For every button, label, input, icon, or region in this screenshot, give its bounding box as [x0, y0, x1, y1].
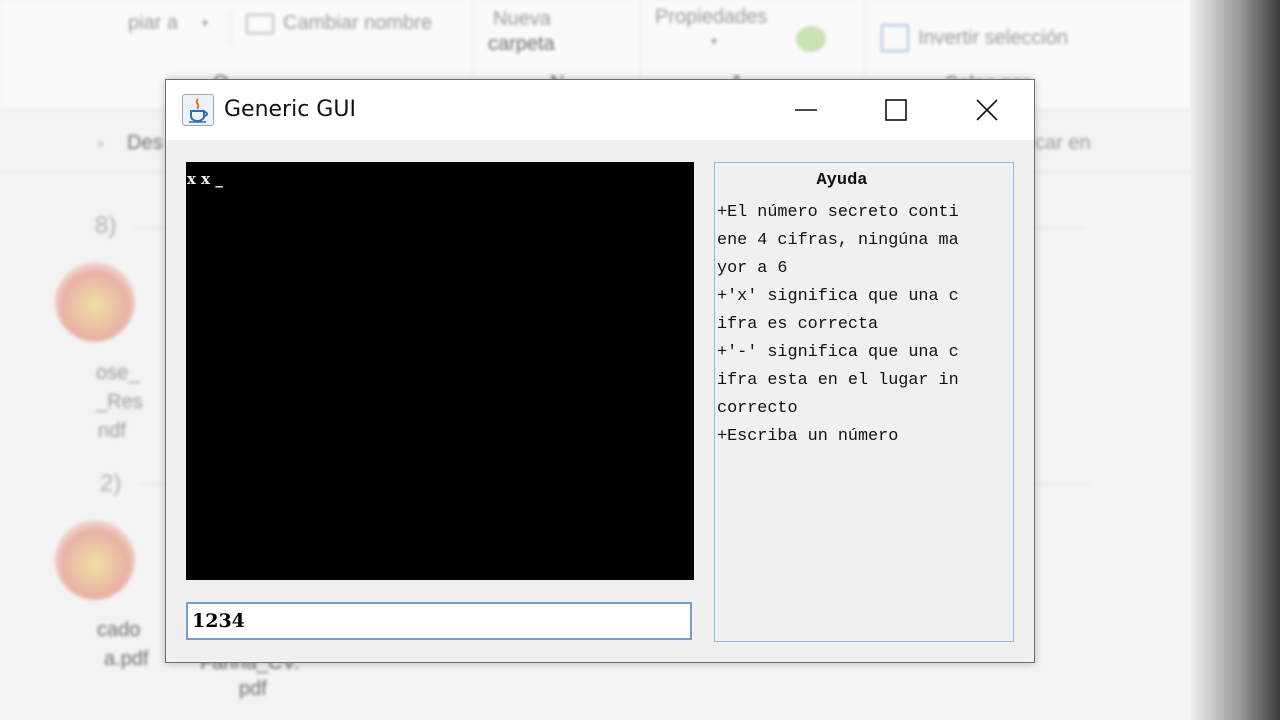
history-icon — [796, 26, 826, 52]
properties-button: Propiedades — [655, 6, 768, 28]
search-box-placeholder: car en — [1035, 132, 1091, 154]
help-text: +El número secreto conti ene 4 cifras, ni… — [717, 199, 1013, 451]
group-count: 8) — [95, 212, 117, 239]
title-bar[interactable]: Generic GUI — [166, 80, 1034, 140]
help-line: +Escriba un número — [717, 427, 899, 446]
pdf-file-icon — [55, 520, 135, 600]
help-panel[interactable]: Ayuda +El número secreto conti ene 4 cifr… — [714, 162, 1014, 642]
help-line: ifra esta en el lugar in — [717, 371, 959, 390]
copy-to-button: piar a — [128, 12, 179, 34]
nav-chevron-icon: › — [98, 135, 104, 152]
help-line: yor a 6 — [717, 259, 788, 278]
number-input[interactable] — [186, 602, 692, 640]
minimize-button[interactable] — [783, 90, 829, 130]
new-folder-label-2: carpeta — [488, 33, 555, 55]
new-folder-label-1: Nueva — [493, 8, 551, 30]
help-line: +El número secreto conti — [717, 203, 959, 222]
help-title: Ayuda — [816, 171, 868, 190]
file-name: a.pdf — [104, 648, 149, 670]
chevron-down-icon: ▾ — [202, 16, 209, 30]
file-name: cado — [97, 619, 141, 641]
file-name: _Res — [96, 391, 143, 413]
console-output: x x _ — [186, 162, 694, 580]
help-line: ene 4 cifras, ningúna ma — [717, 231, 959, 250]
window-title: Generic GUI — [224, 97, 356, 122]
java-coffee-icon — [182, 94, 214, 126]
minimize-icon — [795, 109, 817, 111]
file-name: ndf — [98, 420, 126, 442]
close-button[interactable] — [964, 90, 1010, 130]
generic-gui-window: Generic GUI x x _ Ayuda +El número secre… — [165, 79, 1035, 663]
ribbon-divider — [640, 0, 641, 78]
ribbon-divider — [230, 10, 231, 46]
help-line: correcto — [717, 399, 798, 418]
ribbon-divider — [473, 0, 474, 78]
rename-icon — [246, 14, 274, 34]
file-name: pdf — [239, 678, 267, 700]
address-bar-text: Des — [127, 132, 163, 154]
ribbon-divider — [865, 0, 866, 78]
help-line: +'-' significa que una c — [717, 343, 959, 362]
invert-selection-button: Invertir selección — [918, 27, 1069, 49]
invert-selection-icon — [881, 24, 909, 52]
group-count: 2) — [100, 470, 122, 497]
file-name: ose_ — [96, 362, 140, 384]
maximize-icon — [885, 99, 907, 121]
close-icon — [976, 99, 998, 121]
pdf-file-icon — [55, 262, 135, 342]
maximize-button[interactable] — [873, 90, 919, 130]
chevron-down-icon: ▾ — [711, 34, 718, 48]
help-line: +'x' significa que una c — [717, 287, 959, 306]
rename-button: Cambiar nombre — [283, 12, 432, 34]
help-line: ifra es correcta — [717, 315, 879, 334]
screen-edge-shadow — [1190, 0, 1280, 720]
